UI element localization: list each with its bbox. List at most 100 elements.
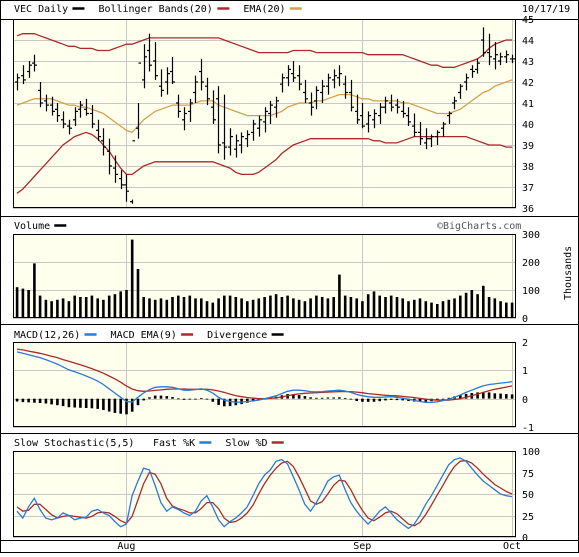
divergence-bar [499,393,502,399]
volume-panel: 0 100 200 300 [13,230,540,325]
legend-label: Divergence [207,330,267,341]
volume-bar [228,295,232,318]
volume-bar [482,285,485,318]
legend-label: MACD EMA(9) [111,330,177,341]
volume-bar [96,298,99,318]
volume-bar [343,295,347,318]
stoch-y-tick-label: 75 [522,469,534,480]
divergence-bar [349,398,353,400]
divergence-bar [441,398,445,400]
legend-label: Bollinger Bands(20) [98,4,212,15]
divergence-bar [79,398,82,408]
legend-label: Slow %D [225,438,267,449]
volume-bar [407,301,410,318]
volume-bar [510,302,514,318]
watermark: ©BigCharts.com [437,221,521,232]
divergence-bar [366,398,370,402]
divergence-bar [188,398,192,400]
volume-bar [453,298,456,318]
divergence-bar [332,397,335,399]
stoch-y-tick-label: 25 [522,512,534,523]
volume-bar [338,274,341,318]
volume-bar [79,297,82,318]
volume-bar [90,295,94,318]
divergence-bar [401,398,404,401]
volume-bar [194,298,197,318]
volume-bar [234,297,238,318]
volume-bar [67,301,71,318]
volume-bar [320,297,324,318]
divergence-bar [493,393,497,399]
divergence-bar [182,398,186,400]
volume-bar [493,298,497,318]
volume-bar [361,301,364,318]
volume-bar [188,295,192,318]
volume-bar [61,298,65,318]
price-y-tick-label: 36 [522,204,534,215]
volume-y-tick-label: 100 [522,286,540,297]
volume-bar [251,299,255,318]
divergence-bar [315,397,318,399]
volume-bar [246,301,249,318]
volume-bar [211,302,215,318]
volume-bar [303,301,307,318]
volume-bar [148,298,151,318]
divergence-bar [205,398,209,400]
divergence-bar [303,396,307,399]
volume-bar [280,297,284,318]
volume-bar [257,298,261,318]
volume-bar [33,263,36,318]
volume-bar [223,295,226,318]
volume-bar [286,295,289,318]
divergence-bar [211,398,215,402]
price-y-tick-label: 44 [522,36,534,47]
divergence-bar [510,394,514,399]
divergence-bar [113,398,117,413]
volume-y-tick-label: 200 [522,258,540,269]
divergence-bar [56,398,59,406]
volume-bar [418,298,422,318]
price-y-tick-label: 45 [522,15,534,26]
price-y-tick-label: 43 [522,57,534,68]
macd-y-tick-label: 0 [522,395,528,406]
macd-legend: MACD(12,26) MACD EMA(9) Divergence [14,330,284,341]
volume-bar [73,295,76,318]
volume-bar [395,297,399,318]
legend-label: VEC Daily [14,4,68,15]
volume-bar [366,294,370,318]
volume-bar [292,298,295,318]
volume-bar [159,298,163,318]
volume-bar [21,288,25,318]
volume-bar [470,290,474,318]
price-y-tick-label: 40 [522,120,534,131]
volume-bar [332,297,335,318]
divergence-bar [217,398,220,405]
volume-bar [177,295,180,318]
divergence-bar [159,395,163,399]
volume-bar [430,302,433,318]
price-y-tick-label: 41 [522,99,534,110]
volume-bar [50,301,53,318]
price-y-tick-label: 38 [522,162,534,173]
divergence-bar [50,398,53,405]
volume-bar [505,302,508,318]
volume-bar [401,298,404,318]
divergence-bar [38,398,42,403]
volume-y-tick-label: 0 [522,314,528,325]
volume-bar [205,301,209,318]
volume-bar [487,297,491,318]
divergence-bar [90,398,94,409]
volume-bar [464,292,468,318]
divergence-bar [15,398,19,402]
volume-bar [315,295,318,318]
volume-bar [44,299,48,318]
divergence-bar [102,398,105,410]
divergence-bar [171,397,174,399]
divergence-bar [177,398,180,400]
volume-bar [459,295,462,318]
date-label: 10/17/19 [522,4,570,15]
macd-plot-area [13,342,516,427]
volume-bar [447,299,451,318]
volume-bar [269,295,272,318]
divergence-bar [165,396,169,399]
